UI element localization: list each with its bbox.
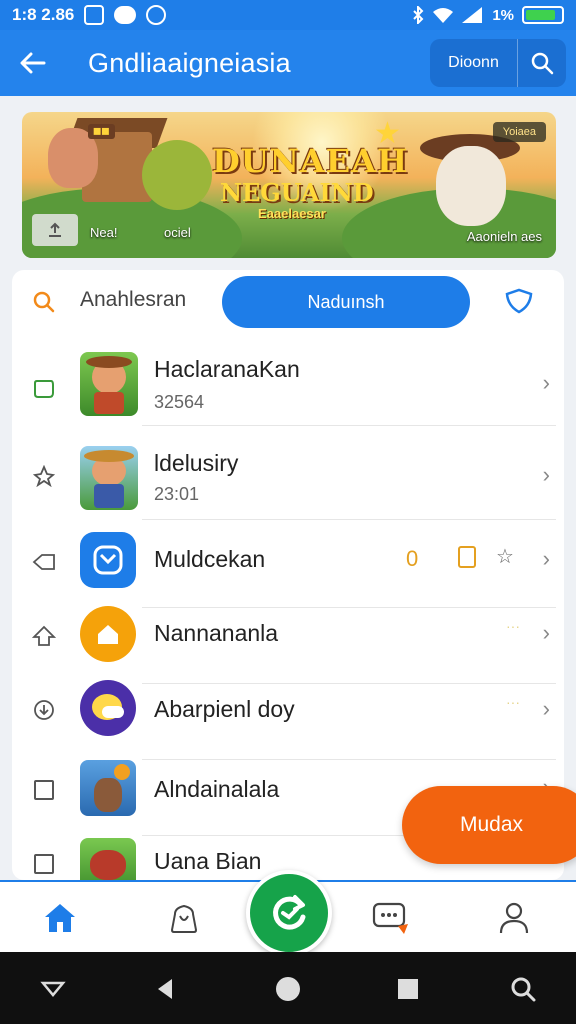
shield-icon[interactable] <box>504 288 534 314</box>
chevron-right-icon: › <box>542 620 550 645</box>
character-monster <box>142 140 212 210</box>
search-icon <box>511 977 536 1002</box>
item-title: Alndainalala <box>154 776 280 802</box>
nav-messages[interactable] <box>370 898 410 938</box>
message-icon <box>114 6 137 24</box>
search-icon <box>531 52 554 75</box>
home-nav-button[interactable] <box>273 974 303 1004</box>
app-bar-action-button[interactable]: Dioonn <box>430 39 518 87</box>
star-outline-icon[interactable]: ☆ <box>496 544 514 569</box>
bag-icon <box>170 904 198 933</box>
nav-profile[interactable] <box>494 898 534 938</box>
gallery-icon <box>84 5 105 25</box>
home-icon <box>45 904 75 932</box>
banner-caption-right: Aaonieln aes <box>466 229 542 244</box>
item-title: Uana Bian <box>154 848 262 874</box>
game-thumbnail <box>80 352 138 416</box>
floating-action-button[interactable]: Mudax <box>402 786 576 864</box>
wifi-icon <box>433 8 454 23</box>
app-icon <box>80 680 136 736</box>
square-icon <box>398 979 418 999</box>
arrow-icon <box>30 622 58 650</box>
profile-icon <box>499 902 529 934</box>
system-navigation-bar <box>0 952 576 1024</box>
chat-icon <box>372 902 408 934</box>
list-item[interactable]: Muldcekan 0 ☆ › <box>12 522 564 608</box>
download-icon <box>30 696 58 724</box>
back-button[interactable] <box>0 30 66 96</box>
item-title: Muldcekan <box>154 546 266 572</box>
recent-apps-button[interactable] <box>38 974 68 1004</box>
item-title: Abarpienl doy <box>154 696 295 722</box>
status-bar: 1:8 2.86 1% <box>0 0 576 30</box>
app-bar-actions: Dioonn <box>430 39 566 87</box>
banner-badge-left: ◼◼ <box>88 124 115 139</box>
promo-banner[interactable]: ★ ◼◼ DUNAEAH NEGUAIND Eaaelaesar Yoiaea … <box>22 112 556 258</box>
filter-pill-button[interactable]: Naduınsh <box>222 276 470 328</box>
banner-logo-line1: DUNAEAH <box>212 142 409 180</box>
search-icon[interactable] <box>32 290 56 314</box>
game-thumbnail <box>80 838 136 880</box>
chevron-right-icon: › <box>542 546 550 571</box>
center-action-button[interactable] <box>246 870 332 956</box>
game-thumbnail <box>80 760 136 816</box>
nav-bag[interactable] <box>164 898 204 938</box>
divider <box>142 425 556 426</box>
list-item[interactable]: Nannananla ··· › <box>12 598 564 684</box>
battery-icon <box>522 6 564 24</box>
item-title: ldelusiry <box>154 450 239 476</box>
app-icon <box>80 606 136 662</box>
search-button[interactable] <box>518 39 566 87</box>
chevron-right-icon: › <box>542 462 550 487</box>
app-bar: Gndliaaigneiasia Dioonn <box>0 30 576 96</box>
chevron-right-icon: › <box>542 696 550 721</box>
item-title: HaclaranaKan <box>154 356 300 382</box>
checkbox-icon[interactable] <box>30 850 58 878</box>
app-notification-icon <box>146 5 167 25</box>
app-icon <box>80 532 136 588</box>
item-count: 0 <box>406 546 419 571</box>
tag-icon <box>30 375 58 403</box>
back-nav-button[interactable] <box>150 974 180 1004</box>
search-label[interactable]: Anahlesran <box>80 288 186 312</box>
arrow-left-icon <box>20 52 46 74</box>
banner-badge: Yoiaea <box>492 122 546 142</box>
bluetooth-icon <box>413 6 424 24</box>
banner-caption-1: Nea! <box>90 225 118 240</box>
bookmark-icon <box>30 548 58 576</box>
item-title: Nannananla <box>154 620 279 646</box>
back-triangle-icon <box>158 979 172 999</box>
search-nav-button[interactable] <box>508 974 538 1004</box>
calendar-icon[interactable] <box>458 546 476 568</box>
page-title: Gndliaaigneiasia <box>88 47 291 78</box>
leaf-icon <box>30 462 58 490</box>
list-item[interactable]: HaclaranaKan 32564 › <box>12 340 564 426</box>
character-right <box>436 146 506 226</box>
divider <box>142 519 556 520</box>
banner-logo-line2: NEGUAIND <box>220 178 374 207</box>
item-subtitle: 32564 <box>154 392 205 412</box>
banner-caption-2: ociel <box>164 225 191 240</box>
checkbox-icon[interactable] <box>30 776 58 804</box>
refresh-icon <box>273 895 306 930</box>
game-thumbnail <box>80 446 138 510</box>
list-item[interactable]: Abarpienl doy ··· › <box>12 674 564 760</box>
item-subtitle: 23:01 <box>154 484 200 504</box>
signal-icon <box>462 7 483 23</box>
battery-percent: 1% <box>492 6 514 24</box>
filter-row: Anahlesran Naduınsh <box>12 270 564 334</box>
list-item[interactable]: ldelusiry 23:01 › <box>12 434 564 520</box>
chevron-right-icon: › <box>542 370 550 395</box>
share-icon <box>49 222 61 237</box>
banner-logo-line3: Eaaelaesar <box>258 206 326 221</box>
overview-nav-button[interactable] <box>393 974 423 1004</box>
dots-indicator: ··· <box>506 618 520 634</box>
nav-home[interactable] <box>40 898 80 938</box>
status-time: 1:8 2.86 <box>12 5 75 24</box>
banner-share-button[interactable] <box>32 214 78 246</box>
dots-indicator: ··· <box>506 694 520 710</box>
home-circle-icon <box>276 977 300 1001</box>
triangle-down-icon <box>40 981 66 997</box>
